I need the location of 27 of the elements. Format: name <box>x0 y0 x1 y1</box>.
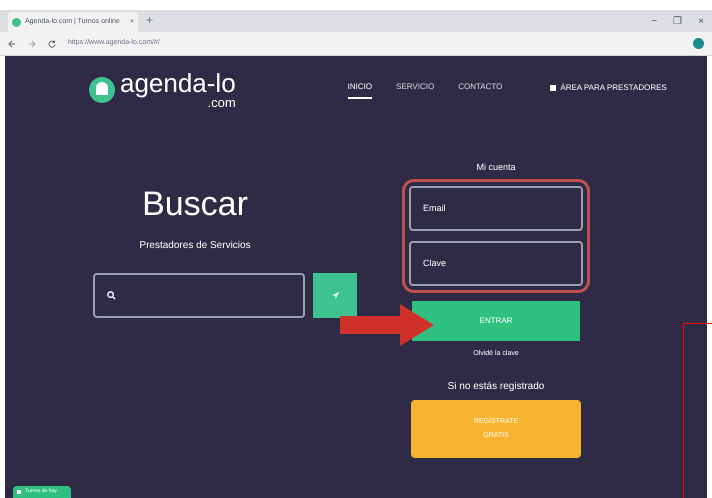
providers-link[interactable]: ÁREA PARA PRESTADORES <box>560 82 667 94</box>
window-control[interactable]: − <box>651 14 658 29</box>
square-icon <box>17 490 21 494</box>
email-field[interactable]: Email <box>409 186 583 230</box>
window-control[interactable]: ❐ <box>673 14 682 29</box>
send-icon <box>330 291 340 300</box>
search-icon <box>107 291 116 300</box>
logo-icon <box>88 74 116 104</box>
new-tab-button[interactable]: + <box>146 11 154 29</box>
search-field[interactable] <box>93 273 305 318</box>
logo-suffix: .com <box>207 96 236 109</box>
back-icon[interactable] <box>8 40 16 48</box>
logo-text: agenda-lo <box>120 70 236 96</box>
nav-link[interactable]: CONTACTO <box>458 80 502 98</box>
password-field[interactable]: Clave <box>409 240 583 286</box>
reload-icon[interactable] <box>48 40 56 48</box>
profile-avatar[interactable] <box>693 38 704 49</box>
account-title: Mi cuenta <box>476 161 516 174</box>
nav-link[interactable]: INICIO <box>348 80 372 98</box>
site-icon <box>12 18 21 26</box>
search-subtitle: Prestadores de Servicios <box>139 239 251 253</box>
square-icon <box>550 84 556 90</box>
search-title: Buscar <box>142 184 248 225</box>
arrow-icon <box>340 304 434 346</box>
register-prompt: Si no estás registrado <box>448 380 544 394</box>
nav-link[interactable]: SERVICIO <box>396 80 434 98</box>
window-control[interactable]: × <box>698 14 704 29</box>
